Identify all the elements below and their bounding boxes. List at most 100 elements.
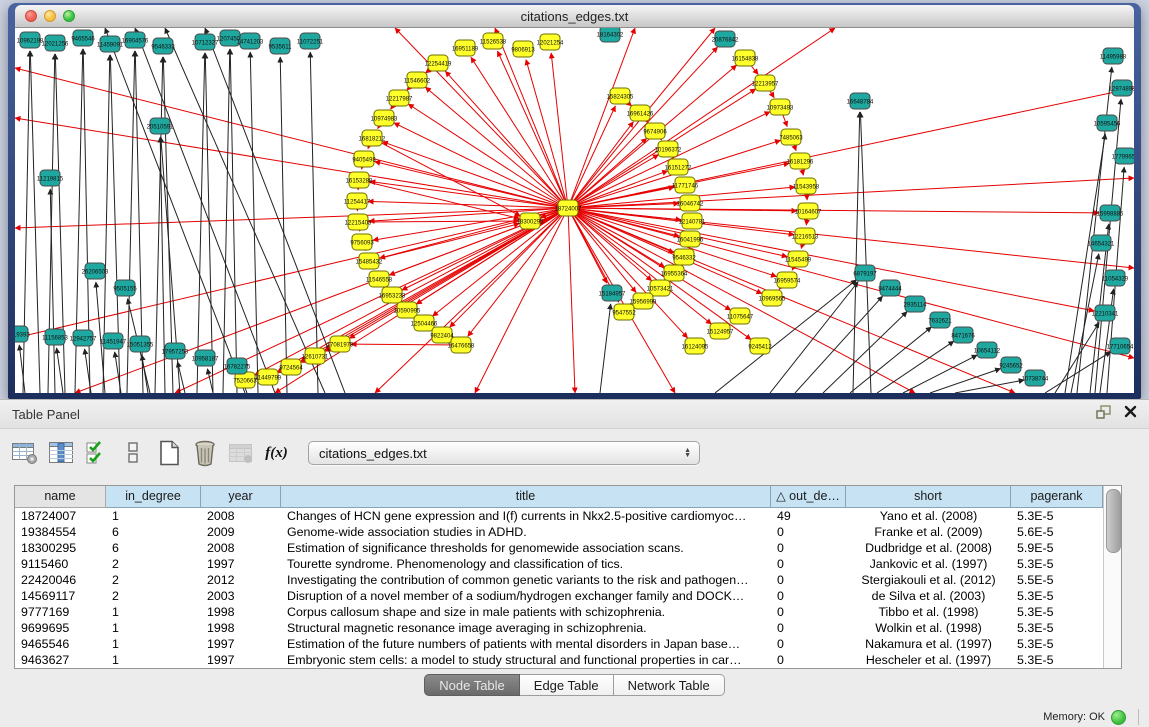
graph-node[interactable]: 9546332 xyxy=(672,249,696,265)
scrollbar-thumb[interactable] xyxy=(1106,489,1121,553)
column-header-out_de[interactable]: △ out_de… xyxy=(771,486,846,508)
graph-node[interactable]: 10164607 xyxy=(795,203,822,219)
graph-node[interactable]: 11054329 xyxy=(1102,270,1129,286)
table-cell[interactable]: Corpus callosum shape and size in male p… xyxy=(281,604,771,620)
table-cell[interactable]: 0 xyxy=(771,652,846,668)
table-cell[interactable]: 0 xyxy=(771,524,846,540)
graph-node[interactable]: 11459091 xyxy=(97,36,124,52)
table-cell[interactable]: Nakamura et al. (1997) xyxy=(846,636,1011,652)
network-window-titlebar[interactable]: citations_edges.txt xyxy=(15,5,1134,28)
graph-node[interactable]: 9505155 xyxy=(113,280,137,296)
table-cell[interactable]: 1 xyxy=(106,508,201,524)
table-cell[interactable]: 1997 xyxy=(201,556,281,572)
graph-node[interactable]: 9756093 xyxy=(350,234,374,250)
graph-node[interactable]: 10958187 xyxy=(192,350,219,366)
select-all-rows-icon[interactable] xyxy=(82,439,111,468)
table-cell[interactable]: Estimation of significance thresholds fo… xyxy=(281,540,771,556)
graph-node[interactable]: 20510591 xyxy=(147,118,174,134)
graph-node[interactable]: 11546602 xyxy=(404,72,431,88)
graph-node[interactable]: 10654112 xyxy=(974,342,1001,358)
graph-node[interactable]: 10712327 xyxy=(192,34,219,50)
table-cell[interactable]: Hescheler et al. (1997) xyxy=(846,652,1011,668)
table-settings-icon[interactable] xyxy=(10,439,39,468)
graph-node[interactable]: 14741203 xyxy=(237,33,264,49)
graph-node[interactable]: 16041996 xyxy=(677,231,704,247)
table-cell[interactable]: 5.3E-5 xyxy=(1011,588,1103,604)
table-row[interactable]: 1938455462009Genome-wide association stu… xyxy=(15,524,1103,540)
function-builder-icon[interactable]: f(x) xyxy=(262,439,291,468)
row-height-icon[interactable] xyxy=(118,439,147,468)
graph-node[interactable]: 12213957 xyxy=(752,75,779,91)
graph-node[interactable]: 11451947 xyxy=(100,333,127,349)
graph-node[interactable]: 12217987 xyxy=(386,90,413,106)
table-cell[interactable]: 1 xyxy=(106,636,201,652)
table-cell[interactable]: 5.3E-5 xyxy=(1011,604,1103,620)
float-panel-icon[interactable] xyxy=(1096,405,1112,424)
table-cell[interactable]: 5.3E-5 xyxy=(1011,652,1103,668)
table-cell[interactable]: 9777169 xyxy=(15,604,106,620)
graph-node[interactable]: 10595456 xyxy=(1094,115,1121,131)
graph-node[interactable]: 10974983 xyxy=(371,110,398,126)
column-header-short[interactable]: short xyxy=(846,486,1011,508)
graph-node[interactable]: 16953233 xyxy=(379,287,406,303)
graph-node[interactable]: 16476658 xyxy=(448,337,475,353)
graph-node[interactable]: 11546558 xyxy=(366,271,393,287)
table-cell[interactable]: 0 xyxy=(771,604,846,620)
network-window[interactable]: citations_edges.txt 18724007183002951225… xyxy=(8,3,1141,399)
table-cell[interactable]: Jankovic et al. (1997) xyxy=(846,556,1011,572)
table-cell[interactable]: 1998 xyxy=(201,604,281,620)
table-cell[interactable]: 0 xyxy=(771,588,846,604)
table-cell[interactable]: Embryonic stem cells: a model to study s… xyxy=(281,652,771,668)
graph-node[interactable]: 12254419 xyxy=(425,55,452,71)
table-cell[interactable]: Estimation of the future numbers of pati… xyxy=(281,636,771,652)
table-selector-combobox[interactable]: citations_edges.txt ▲▼ xyxy=(308,441,700,465)
graph-node[interactable]: 9547552 xyxy=(612,304,636,320)
graph-node[interactable]: 11254417 xyxy=(344,193,371,209)
graph-node[interactable]: 11219815 xyxy=(37,170,64,186)
graph-node[interactable]: 12210341 xyxy=(1092,305,1119,321)
table-row[interactable]: 1830029562008Estimation of significance … xyxy=(15,540,1103,556)
table-cell[interactable]: 2008 xyxy=(201,508,281,524)
graph-node[interactable]: 12942757 xyxy=(70,330,97,346)
table-cell[interactable]: 5.3E-5 xyxy=(1011,508,1103,524)
table-cell[interactable]: 49 xyxy=(771,508,846,524)
graph-node[interactable]: 16782275 xyxy=(224,358,251,374)
table-cell[interactable]: 1998 xyxy=(201,620,281,636)
graph-node[interactable]: 6879197 xyxy=(853,265,877,281)
graph-node[interactable]: 11545499 xyxy=(785,251,812,267)
table-cell[interactable]: Disruption of a novel member of a sodium… xyxy=(281,588,771,604)
table-cell[interactable]: 5.3E-5 xyxy=(1011,620,1103,636)
table-cell[interactable]: 9115460 xyxy=(15,556,106,572)
table-cell[interactable]: de Silva et al. (2003) xyxy=(846,588,1011,604)
graph-node[interactable]: 17081979 xyxy=(327,336,354,352)
table-cell[interactable]: 2 xyxy=(106,556,201,572)
minimize-window-button[interactable] xyxy=(44,10,56,22)
graph-node[interactable]: 11072251 xyxy=(297,33,324,49)
graph-node[interactable]: 16648784 xyxy=(847,93,874,109)
table-cell[interactable]: 0 xyxy=(771,540,846,556)
table-cell[interactable]: 22420046 xyxy=(15,572,106,588)
graph-node[interactable]: 16904576 xyxy=(122,32,149,48)
graph-node[interactable]: 11771746 xyxy=(672,177,699,193)
graph-node[interactable]: 11449799 xyxy=(255,369,282,385)
graph-node[interactable]: 16046742 xyxy=(677,195,704,211)
graph-node[interactable]: 10196372 xyxy=(655,141,682,157)
table-cell[interactable]: 5.6E-5 xyxy=(1011,524,1103,540)
delete-table-icon[interactable] xyxy=(226,439,255,468)
table-cell[interactable]: 0 xyxy=(771,620,846,636)
table-cell[interactable]: 1 xyxy=(106,604,201,620)
graph-node[interactable]: 16124095 xyxy=(682,338,709,354)
graph-node[interactable]: 9674906 xyxy=(643,123,667,139)
table-cell[interactable]: Changes of HCN gene expression and I(f) … xyxy=(281,508,771,524)
table-row[interactable]: 1456911722003Disruption of a novel membe… xyxy=(15,588,1103,604)
graph-node[interactable]: 9405498 xyxy=(352,151,376,167)
table-row[interactable]: 969969511998Structural magnetic resonanc… xyxy=(15,620,1103,636)
memory-indicator-icon[interactable] xyxy=(1111,710,1126,725)
graph-node[interactable]: 11526538 xyxy=(480,33,507,49)
network-canvas[interactable]: 1872400718300295122544191154660212217987… xyxy=(15,28,1134,393)
column-width-icon[interactable] xyxy=(46,439,75,468)
table-cell[interactable]: Dudbridge et al. (2008) xyxy=(846,540,1011,556)
graph-node[interactable]: 14654321 xyxy=(1088,235,1115,251)
graph-node[interactable]: 15051355 xyxy=(127,336,154,352)
graph-node[interactable]: 10962198 xyxy=(17,32,44,48)
